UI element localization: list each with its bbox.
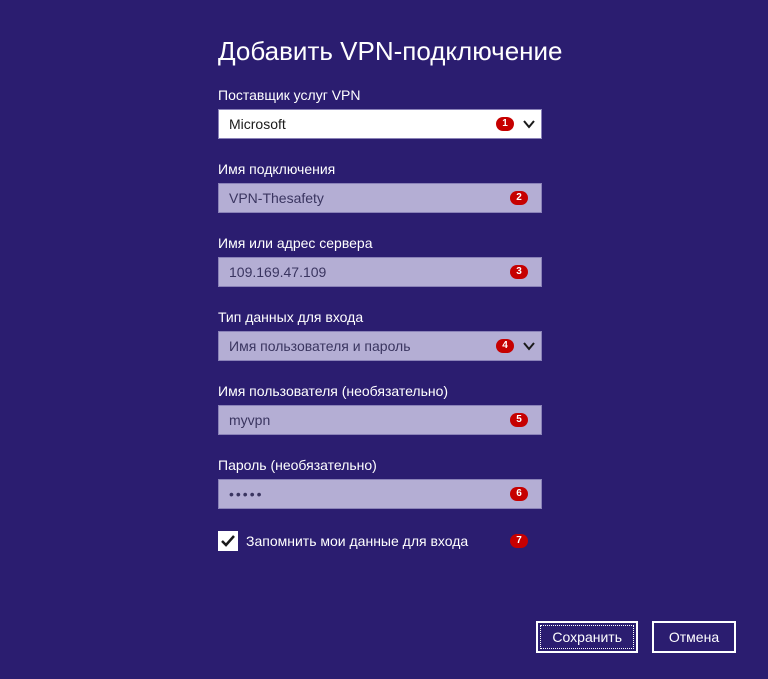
label-username: Имя пользователя (необязательно): [218, 383, 758, 399]
input-server-address[interactable]: [218, 257, 542, 287]
annotation-badge-1: 1: [496, 117, 514, 131]
label-server-address: Имя или адрес сервера: [218, 235, 758, 251]
dialog-buttons: Сохранить Отмена: [536, 621, 736, 653]
select-vpn-provider-value: Microsoft: [229, 110, 286, 138]
annotation-badge-4: 4: [496, 339, 514, 353]
label-signin-type: Тип данных для входа: [218, 309, 758, 325]
field-signin-type: Тип данных для входа Имя пользователя и …: [218, 309, 758, 361]
label-vpn-provider: Поставщик услуг VPN: [218, 87, 758, 103]
annotation-badge-7: 7: [510, 534, 528, 548]
annotation-badge-3: 3: [510, 265, 528, 279]
input-username[interactable]: [218, 405, 542, 435]
annotation-badge-5: 5: [510, 413, 528, 427]
input-connection-name[interactable]: [218, 183, 542, 213]
select-signin-type-value: Имя пользователя и пароль: [229, 332, 411, 360]
annotation-badge-2: 2: [510, 191, 528, 205]
label-connection-name: Имя подключения: [218, 161, 758, 177]
field-connection-name: Имя подключения 2: [218, 161, 758, 213]
field-username: Имя пользователя (необязательно) 5: [218, 383, 758, 435]
select-signin-type[interactable]: Имя пользователя и пароль: [218, 331, 542, 361]
select-vpn-provider[interactable]: Microsoft: [218, 109, 542, 139]
field-password: Пароль (необязательно) 6: [218, 457, 758, 509]
field-vpn-provider: Поставщик услуг VPN Microsoft 1: [218, 87, 758, 139]
label-password: Пароль (необязательно): [218, 457, 758, 473]
page-title: Добавить VPN-подключение: [218, 36, 758, 67]
checkbox-remember[interactable]: [218, 531, 238, 551]
field-server-address: Имя или адрес сервера 3: [218, 235, 758, 287]
label-remember: Запомнить мои данные для входа: [246, 533, 468, 549]
field-remember: Запомнить мои данные для входа 7: [218, 531, 542, 551]
cancel-button[interactable]: Отмена: [652, 621, 736, 653]
save-button[interactable]: Сохранить: [536, 621, 638, 653]
annotation-badge-6: 6: [510, 487, 528, 501]
input-password[interactable]: [218, 479, 542, 509]
